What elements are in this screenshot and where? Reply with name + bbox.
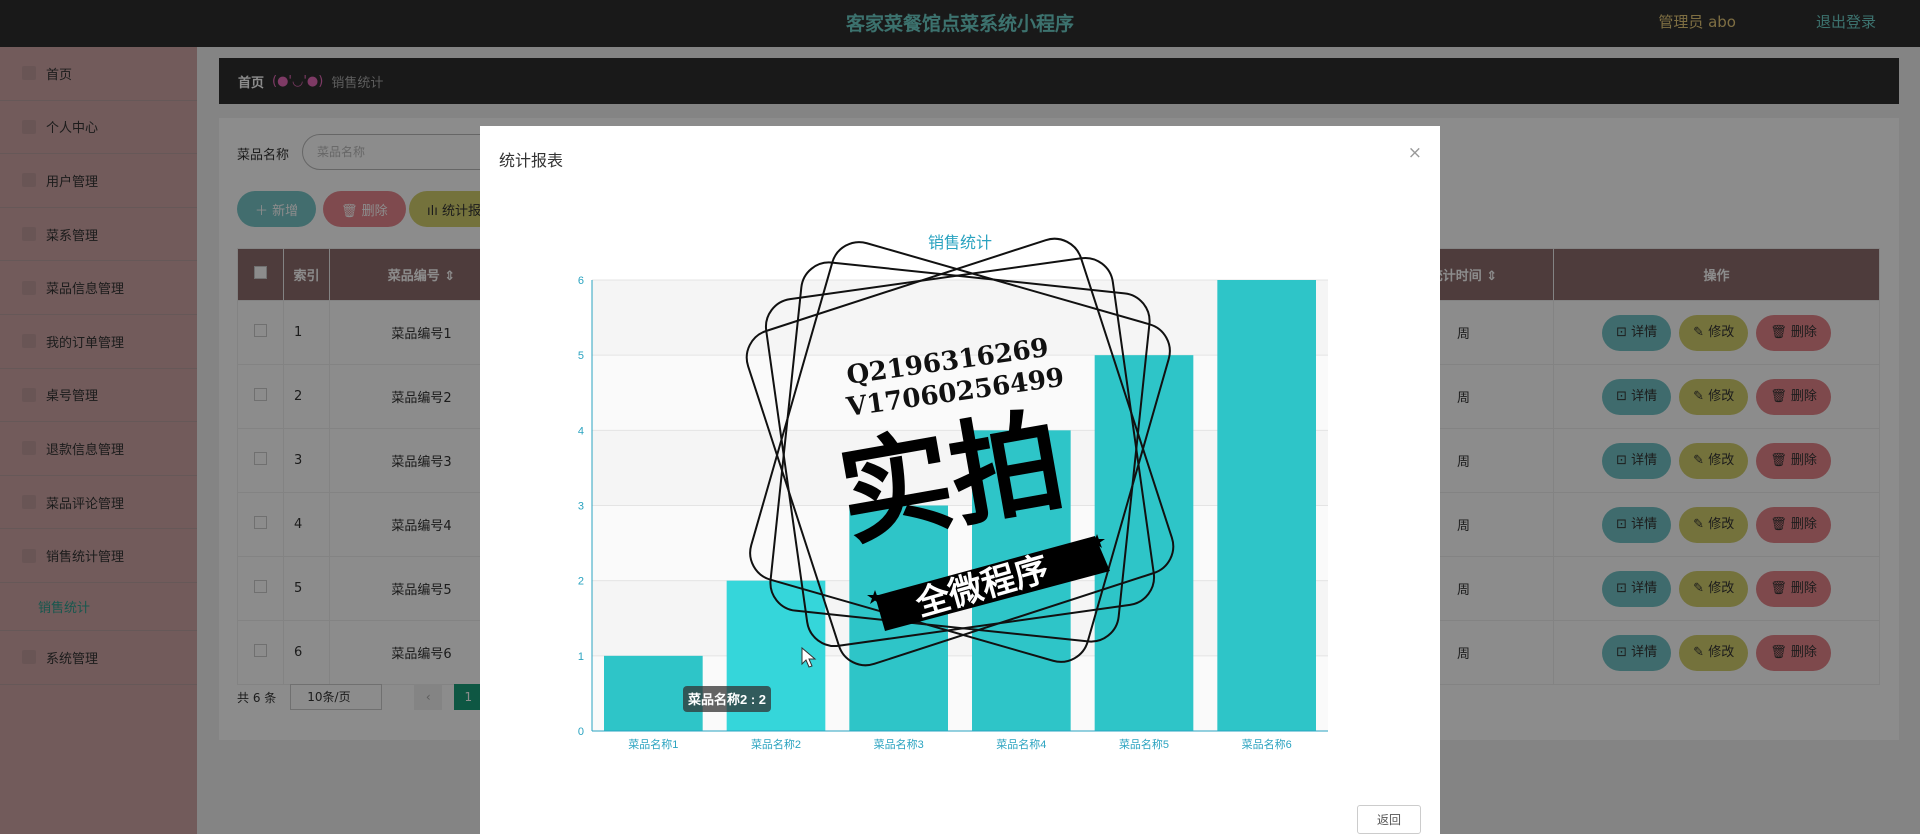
x-tick-label: 菜品名称3 — [874, 737, 924, 751]
x-tick-label: 菜品名称1 — [628, 737, 678, 751]
chart-tooltip-text: 菜品名称2 : 2 — [687, 692, 766, 707]
dialog-title: 统计报表 — [499, 151, 564, 170]
back-button[interactable]: 返回 — [1357, 805, 1421, 834]
chart-title: 销售统计 — [928, 234, 992, 252]
x-tick-label: 菜品名称4 — [996, 737, 1046, 751]
close-icon[interactable]: × — [1408, 143, 1422, 163]
y-tick-label: 5 — [578, 350, 584, 362]
y-tick-label: 6 — [578, 275, 584, 287]
y-tick-label: 0 — [578, 726, 584, 738]
bar[interactable] — [1217, 280, 1316, 731]
bar[interactable] — [1094, 355, 1194, 731]
y-tick-label: 4 — [578, 425, 584, 437]
y-tick-label: 3 — [578, 501, 584, 513]
x-tick-label: 菜品名称6 — [1242, 737, 1292, 751]
sales-chart: 销售统计 0 1 2 3 4 5 6 菜品名称1 菜品名称2 菜品名称3 菜品名称4 菜品名称5 菜品名称… — [578, 234, 1328, 751]
stats-dialog: 统计报表 × 销售统计 0 1 2 3 4 5 6 菜品名称1 菜品名称2 菜品名称3 菜品名称4 菜品… — [480, 126, 1440, 834]
x-tick-label: 菜品名称5 — [1119, 737, 1169, 751]
x-tick-label: 菜品名称2 — [751, 737, 801, 751]
y-tick-label: 2 — [578, 576, 584, 588]
y-tick-label: 1 — [578, 651, 584, 663]
